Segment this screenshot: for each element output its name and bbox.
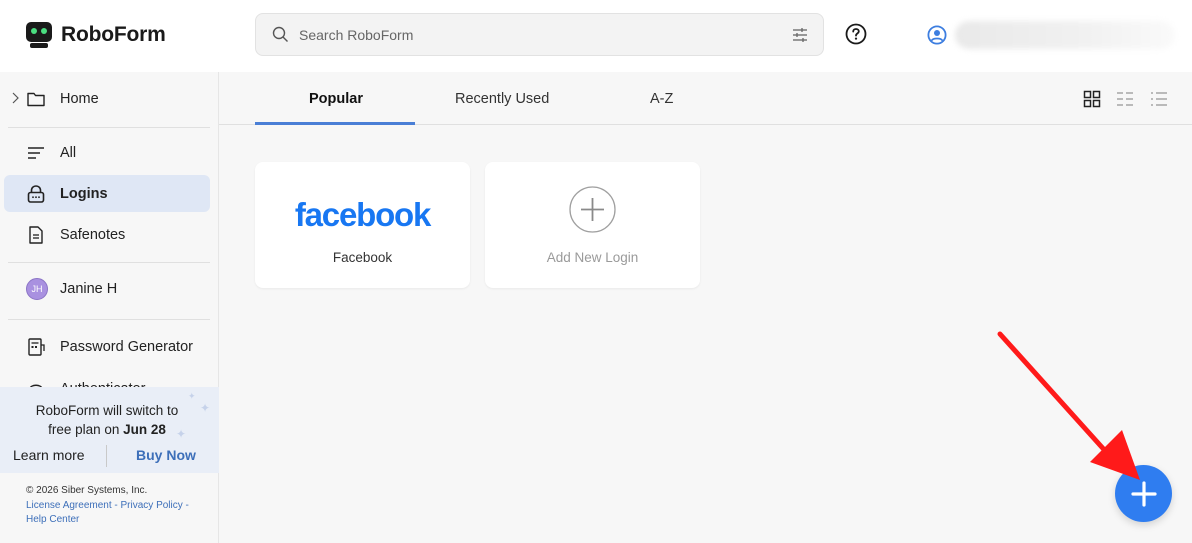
robot-logo-icon — [26, 22, 52, 48]
folder-icon — [27, 92, 45, 106]
compact-list-view-icon[interactable] — [1116, 90, 1134, 108]
tab-popular[interactable]: Popular — [309, 91, 363, 107]
license-agreement-link[interactable]: License Agreement — [26, 500, 112, 511]
promo-line-2-prefix: free plan on — [48, 422, 124, 437]
plus-icon — [1130, 480, 1157, 507]
add-new-login-card[interactable]: Add New Login — [485, 162, 700, 288]
plan-switch-banner: ✦ ✦ ✦ RoboForm will switch to free plan … — [0, 387, 219, 473]
learn-more-link[interactable]: Learn more — [13, 447, 85, 463]
copyright-text: © 2026 Siber Systems, Inc. — [26, 485, 148, 496]
active-tab-indicator — [255, 122, 415, 125]
promo-date: Jun 28 — [123, 422, 166, 437]
card-label: Add New Login — [546, 250, 639, 265]
note-document-icon — [29, 225, 43, 244]
buy-now-link[interactable]: Buy Now — [136, 447, 196, 463]
sidebar-item-identity[interactable]: JH Janine H — [4, 270, 210, 307]
password-generator-icon — [28, 337, 45, 356]
sidebar-item-home[interactable]: Home — [4, 80, 210, 117]
sidebar-item-logins[interactable]: Logins — [4, 175, 210, 212]
sidebar-item-safenotes[interactable]: Safenotes — [4, 216, 210, 253]
grid-view-icon[interactable] — [1083, 90, 1101, 108]
sidebar-item-label: All — [60, 144, 77, 161]
card-label: Facebook — [332, 250, 393, 265]
promo-line-1: RoboForm will switch to — [35, 403, 179, 418]
help-icon[interactable] — [845, 23, 867, 45]
lock-icon — [27, 184, 45, 203]
user-account-icon[interactable] — [927, 25, 947, 45]
sidebar-item-password-generator[interactable]: Password Generator — [4, 328, 210, 365]
add-item-fab-button[interactable] — [1115, 465, 1172, 522]
detail-list-view-icon[interactable] — [1150, 90, 1168, 108]
tab-recently-used[interactable]: Recently Used — [455, 91, 549, 107]
sidebar-item-label: Safenotes — [60, 226, 126, 243]
help-center-link[interactable]: Help Center — [26, 514, 79, 525]
login-card-facebook[interactable]: facebook Facebook — [255, 162, 470, 288]
app-name: RoboForm — [61, 23, 166, 46]
blurred-account-email[interactable] — [955, 21, 1175, 49]
search-input[interactable] — [299, 26, 769, 43]
privacy-policy-link[interactable]: Privacy Policy — [121, 500, 183, 511]
sidebar-item-label: Home — [60, 90, 99, 107]
promo-line-2: free plan on Jun 28 — [0, 420, 214, 439]
list-lines-icon — [28, 146, 44, 159]
view-tabs-bar: Popular Recently Used A-Z — [219, 72, 1192, 125]
sidebar-divider — [8, 319, 210, 320]
tab-a-z[interactable]: A-Z — [650, 91, 673, 107]
plus-circle-icon — [569, 186, 616, 233]
promo-separator — [106, 445, 107, 467]
sidebar-item-label: Password Generator — [60, 338, 193, 355]
filter-sliders-icon[interactable] — [791, 26, 809, 44]
top-header: RoboForm — [0, 0, 1192, 72]
sidebar-footer: © 2026 Siber Systems, Inc. License Agree… — [26, 484, 189, 528]
roboform-logo[interactable]: RoboForm — [25, 21, 166, 49]
sidebar-divider — [8, 262, 210, 263]
footer-separator: - — [182, 499, 189, 511]
sidebar-item-label: Janine H — [60, 280, 118, 297]
search-bar[interactable] — [255, 13, 824, 56]
red-annotation-arrow-icon — [997, 331, 1140, 480]
search-icon — [272, 26, 288, 42]
sidebar-item-all[interactable]: All — [4, 134, 210, 171]
sidebar: Home All Logins Safenotes JH Janine H Pa… — [0, 72, 219, 543]
footer-separator: - — [111, 499, 121, 511]
plan-switch-message: RoboForm will switch to free plan on Jun… — [0, 401, 214, 439]
sidebar-item-label: Logins — [60, 185, 108, 202]
sidebar-divider — [8, 127, 210, 128]
facebook-logo: facebook — [294, 196, 431, 233]
avatar: JH — [26, 277, 48, 300]
